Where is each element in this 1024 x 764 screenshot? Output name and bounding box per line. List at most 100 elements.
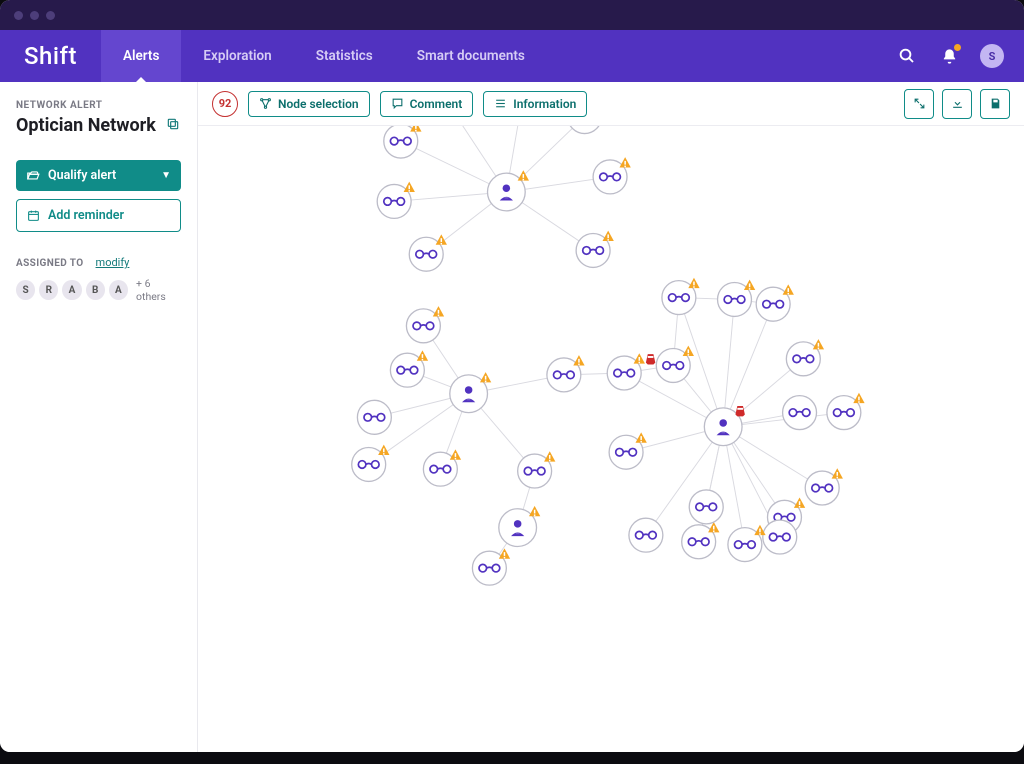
traffic-light-dot <box>46 11 55 20</box>
node-selection-icon <box>259 97 272 110</box>
glasses-node[interactable] <box>518 451 556 488</box>
glasses-node[interactable] <box>472 548 510 585</box>
glasses-node[interactable] <box>377 182 415 219</box>
qualify-alert-button[interactable]: Qualify alert ▼ <box>16 160 181 191</box>
nav-tab-exploration[interactable]: Exploration <box>181 30 293 82</box>
traffic-light-dot <box>14 11 23 20</box>
warning-badge-icon <box>544 451 555 461</box>
modify-assignees-link[interactable]: modify <box>96 256 130 269</box>
information-label: Information <box>513 97 576 111</box>
warning-badge-icon <box>832 468 843 478</box>
assignee-avatar[interactable]: A <box>109 280 128 300</box>
warning-badge-icon <box>410 126 421 132</box>
assignee-avatar[interactable]: A <box>62 280 81 300</box>
warning-badge-icon <box>634 353 645 363</box>
nav-tab-alerts[interactable]: Alerts <box>101 30 181 82</box>
comment-button[interactable]: Comment <box>380 91 474 117</box>
glasses-node[interactable] <box>607 353 655 390</box>
nav-tab-statistics[interactable]: Statistics <box>294 30 395 82</box>
warning-badge-icon <box>529 506 540 516</box>
glasses-node[interactable] <box>609 432 647 469</box>
glasses-node[interactable] <box>689 490 723 524</box>
warning-badge-icon <box>688 278 699 288</box>
sidebar: NETWORK ALERT Optician Network Qualify a… <box>0 82 198 752</box>
assignee-others: + 6 others <box>136 277 181 303</box>
download-button[interactable] <box>942 89 972 119</box>
folder-open-icon <box>26 169 40 183</box>
nav-tab-smart-documents[interactable]: Smart documents <box>395 30 547 82</box>
alert-badge-icon <box>646 354 655 364</box>
glasses-node[interactable] <box>783 396 817 430</box>
traffic-light-dot <box>30 11 39 20</box>
save-icon <box>989 97 1002 110</box>
page-title: Optician Network <box>16 115 156 136</box>
warning-badge-icon <box>573 355 584 365</box>
glasses-node[interactable] <box>390 350 428 387</box>
glasses-node[interactable] <box>593 157 631 194</box>
warning-badge-icon <box>853 393 864 403</box>
expand-icon <box>913 97 926 110</box>
breadcrumb: NETWORK ALERT <box>16 100 181 111</box>
alert-count-badge[interactable]: 92 <box>212 91 238 117</box>
glasses-node[interactable] <box>352 445 390 482</box>
glasses-node[interactable] <box>409 234 447 271</box>
assignee-avatars: SRABA+ 6 others <box>16 277 181 303</box>
person-node[interactable] <box>487 170 528 211</box>
comment-icon <box>391 97 404 110</box>
person-node[interactable] <box>499 506 540 547</box>
glasses-node[interactable] <box>662 278 700 315</box>
top-nav: Shift AlertsExplorationStatisticsSmart d… <box>0 30 1024 82</box>
glasses-node[interactable] <box>406 306 444 343</box>
warning-badge-icon <box>683 346 694 356</box>
warning-badge-icon <box>417 350 428 360</box>
node-selection-button[interactable]: Node selection <box>248 91 370 117</box>
graph-edge <box>723 304 773 427</box>
glasses-node[interactable] <box>718 280 756 317</box>
person-node[interactable] <box>704 406 745 446</box>
warning-badge-icon <box>619 157 630 167</box>
glasses-node[interactable] <box>423 449 461 486</box>
person-node[interactable] <box>450 372 491 413</box>
nav-tabs: AlertsExplorationStatisticsSmart documen… <box>101 30 547 82</box>
assignee-avatar[interactable]: S <box>16 280 35 300</box>
glasses-node[interactable] <box>384 126 422 158</box>
glasses-node[interactable] <box>576 231 614 268</box>
bell-icon[interactable] <box>938 45 960 67</box>
assignee-avatar[interactable]: R <box>39 280 58 300</box>
glasses-node[interactable] <box>656 346 694 383</box>
glasses-node[interactable] <box>547 355 585 392</box>
search-icon[interactable] <box>896 45 918 67</box>
glasses-node[interactable] <box>786 339 824 376</box>
user-avatar[interactable]: S <box>980 44 1004 68</box>
glasses-node[interactable] <box>568 126 606 134</box>
add-reminder-label: Add reminder <box>48 208 124 223</box>
window-titlebar <box>0 0 1024 30</box>
alert-badge-icon <box>735 406 744 416</box>
fullscreen-button[interactable] <box>904 89 934 119</box>
graph-canvas[interactable] <box>198 126 1024 752</box>
glasses-node[interactable] <box>682 522 720 559</box>
glasses-node[interactable] <box>728 525 766 562</box>
glasses-node[interactable] <box>827 393 865 430</box>
save-button[interactable] <box>980 89 1010 119</box>
warning-badge-icon <box>450 449 461 459</box>
warning-badge-icon <box>744 280 755 290</box>
graph-toolbar: 92 Node selection Comment Information <box>198 82 1024 126</box>
glasses-node[interactable] <box>629 518 663 552</box>
add-reminder-button[interactable]: Add reminder <box>16 199 181 232</box>
calendar-icon <box>27 209 40 222</box>
warning-badge-icon <box>433 306 444 316</box>
glasses-node[interactable] <box>357 400 391 434</box>
copy-icon[interactable] <box>166 116 180 135</box>
glasses-node[interactable] <box>763 520 797 554</box>
warning-badge-icon <box>378 445 389 455</box>
qualify-alert-label: Qualify alert <box>48 168 116 183</box>
download-icon <box>951 97 964 110</box>
information-button[interactable]: Information <box>483 91 587 117</box>
warning-badge-icon <box>480 372 491 382</box>
assignee-avatar[interactable]: B <box>86 280 105 300</box>
glasses-node[interactable] <box>805 468 843 505</box>
glasses-node[interactable] <box>756 284 794 321</box>
brand-logo: Shift <box>0 30 101 82</box>
warning-badge-icon <box>404 182 415 192</box>
